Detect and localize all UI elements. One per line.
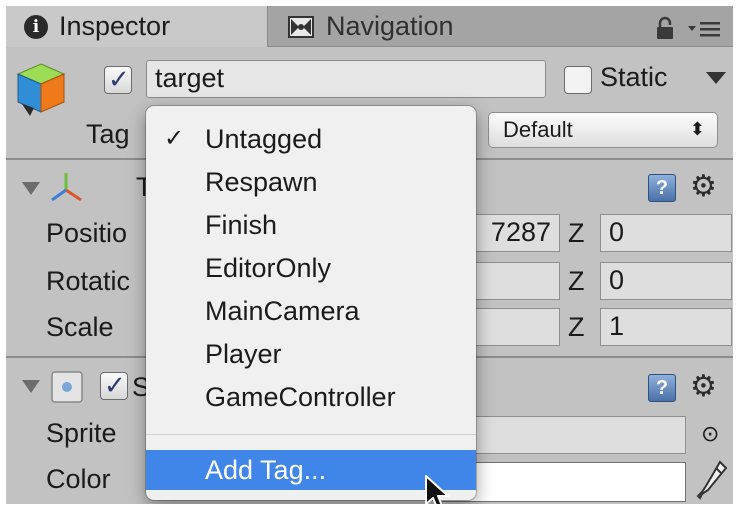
tag-dropdown-menu: ✓ Untagged Respawn Finish EditorOnly Mai…: [146, 106, 476, 500]
tag-option-label: Finish: [205, 210, 278, 240]
tag-option-label: MainCamera: [205, 296, 360, 326]
sprite-label: Sprite: [46, 418, 117, 448]
tag-option-label: GameController: [205, 382, 396, 412]
layer-value: Default: [503, 117, 573, 142]
transform-foldout-icon[interactable]: [22, 182, 40, 195]
gameobject-cube-icon: [16, 63, 66, 116]
transform-axes-icon: [51, 173, 82, 202]
inspector-window: i Inspector Navigation ✓ target Static T…: [6, 6, 733, 504]
position-z-label: Z: [568, 218, 585, 248]
transform-gear-icon[interactable]: ⚙: [690, 172, 717, 202]
rotation-z-label: Z: [568, 266, 585, 296]
position-label: Positio: [46, 218, 128, 248]
tag-option-label: Untagged: [205, 124, 323, 154]
tab-navigation-label: Navigation: [326, 11, 454, 41]
navigation-icon: [288, 15, 314, 38]
tag-option-untagged[interactable]: ✓ Untagged: [146, 118, 476, 160]
layer-select[interactable]: Default ⬍: [488, 112, 718, 148]
rotation-z-field[interactable]: 0: [600, 262, 732, 300]
tag-option-maincamera[interactable]: MainCamera: [146, 290, 476, 332]
tab-bar: i Inspector Navigation: [6, 6, 733, 47]
sprite-renderer-help-icon[interactable]: ?: [648, 374, 676, 402]
tag-option-finish[interactable]: Finish: [146, 204, 476, 246]
sprite-renderer-icon: [51, 371, 83, 403]
static-label: Static: [600, 62, 668, 92]
updown-arrows-icon: ⬍: [689, 119, 705, 139]
checkmark-icon: ✓: [108, 64, 130, 94]
color-label: Color: [46, 464, 111, 494]
scale-label: Scale: [46, 312, 114, 342]
tag-label: Tag: [86, 119, 130, 149]
object-picker-icon[interactable]: ⊙: [701, 423, 721, 445]
tag-option-gamecontroller[interactable]: GameController: [146, 376, 476, 418]
tag-option-respawn[interactable]: Respawn: [146, 161, 476, 203]
tab-inspector[interactable]: i Inspector: [6, 6, 268, 47]
sprite-renderer-foldout-icon[interactable]: [22, 380, 40, 393]
scale-z-field[interactable]: 1: [600, 308, 732, 346]
lock-icon[interactable]: [654, 16, 676, 40]
info-icon: i: [24, 14, 48, 39]
tag-option-editoronly[interactable]: EditorOnly: [146, 247, 476, 289]
tag-option-label: Respawn: [205, 167, 318, 197]
checkmark-icon: ✓: [104, 370, 126, 400]
tag-option-player[interactable]: Player: [146, 333, 476, 375]
position-z-field[interactable]: 0: [600, 214, 732, 252]
tag-option-label: Player: [205, 339, 282, 369]
object-name-input[interactable]: target: [146, 60, 546, 98]
static-dropdown-arrow-icon[interactable]: [706, 72, 726, 84]
sprite-renderer-enabled-checkbox[interactable]: ✓: [100, 370, 128, 400]
tab-navigation[interactable]: Navigation: [268, 6, 498, 47]
mouse-cursor-icon: [425, 475, 449, 504]
tab-inspector-label: Inspector: [59, 11, 171, 41]
rotation-label: Rotatic: [46, 266, 131, 296]
static-checkbox[interactable]: [564, 66, 592, 94]
tag-option-label: EditorOnly: [205, 253, 332, 283]
tab-menu-icon[interactable]: [687, 20, 721, 38]
add-tag-label: Add Tag...: [205, 455, 327, 485]
selected-check-icon: ✓: [164, 125, 185, 152]
menu-separator: [146, 434, 476, 435]
scale-z-label: Z: [568, 312, 585, 342]
sprite-renderer-gear-icon[interactable]: ⚙: [690, 372, 717, 402]
transform-help-icon[interactable]: ?: [648, 174, 676, 202]
active-checkbox[interactable]: ✓: [104, 64, 132, 94]
eyedropper-icon[interactable]: [696, 460, 728, 502]
